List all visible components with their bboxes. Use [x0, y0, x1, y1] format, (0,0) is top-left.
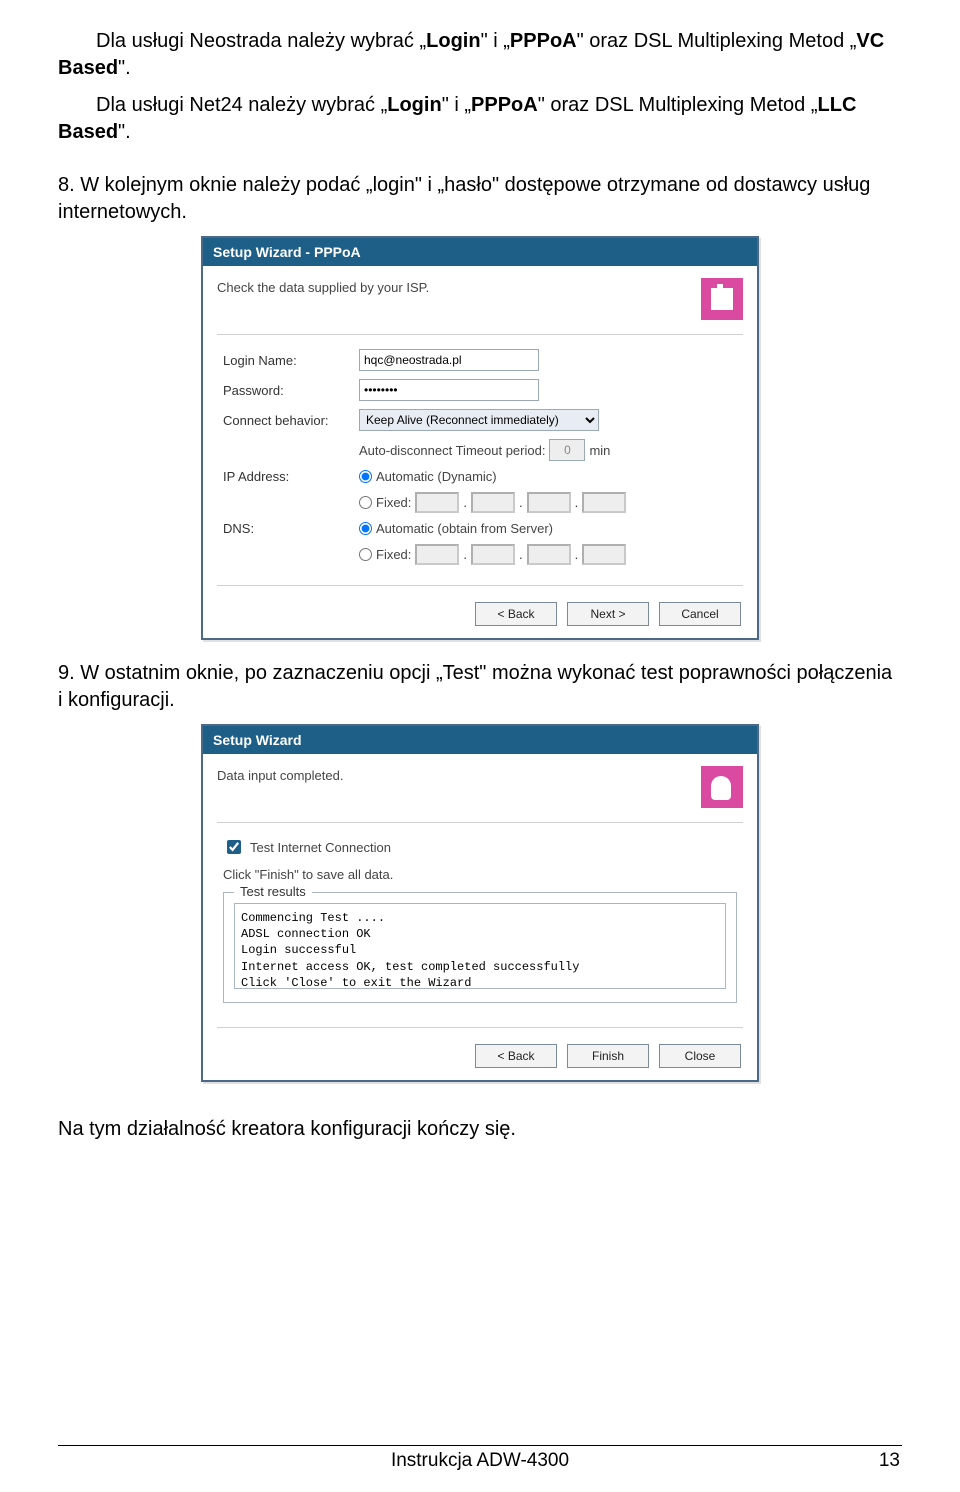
wizard-final: Setup Wizard Data input completed. Test … [201, 724, 759, 1082]
legend-test-results: Test results [234, 884, 312, 899]
label-password: Password: [223, 383, 359, 398]
ip-oct-1 [415, 492, 459, 513]
label-connect-behavior: Connect behavior: [223, 413, 359, 428]
dns-oct-4 [582, 544, 626, 565]
step-8-text: 8. W kolejnym oknie należy podać „login"… [58, 172, 902, 226]
footer-title: Instrukcja ADW-4300 [100, 1450, 860, 1472]
dns-oct-1 [415, 544, 459, 565]
dns-oct-3 [527, 544, 571, 565]
label-timeout: Auto-disconnect Timeout period: [359, 443, 545, 458]
save-hint: Click "Finish" to save all data. [223, 867, 737, 882]
ip-fixed-radio[interactable] [359, 496, 372, 509]
test-connection-checkbox[interactable] [227, 840, 241, 854]
wizard-pppoa: Setup Wizard - PPPoA Check the data supp… [201, 236, 759, 640]
label-dns: DNS: [223, 521, 359, 536]
back-button[interactable]: < Back [475, 602, 557, 626]
timeout-input [549, 439, 585, 461]
wizard-intro: Check the data supplied by your ISP. [217, 278, 691, 295]
page-number: 13 [860, 1450, 900, 1472]
label-ip-address: IP Address: [223, 469, 359, 484]
password-input[interactable] [359, 379, 539, 401]
back-button[interactable]: < Back [475, 1044, 557, 1068]
wizard-intro: Data input completed. [217, 766, 691, 783]
label-dns-fixed: Fixed: [376, 547, 411, 562]
close-button[interactable]: Close [659, 1044, 741, 1068]
label-timeout-unit: min [589, 443, 610, 458]
wizard-title: Setup Wizard [203, 726, 757, 754]
dns-oct-2 [471, 544, 515, 565]
ip-oct-2 [471, 492, 515, 513]
plug-icon [701, 278, 743, 320]
label-ip-fixed: Fixed: [376, 495, 411, 510]
label-test-connection: Test Internet Connection [250, 840, 391, 855]
label-dns-auto: Automatic (obtain from Server) [376, 521, 553, 536]
wizard-title: Setup Wizard - PPPoA [203, 238, 757, 266]
closing-text: Na tym działalność kreatora konfiguracji… [58, 1116, 902, 1143]
cancel-button[interactable]: Cancel [659, 602, 741, 626]
footer-divider [58, 1445, 902, 1446]
test-results-textarea[interactable] [234, 903, 726, 989]
paragraph-neostrada: Dla usługi Neostrada należy wybrać „Logi… [58, 28, 902, 82]
ip-oct-3 [527, 492, 571, 513]
paragraph-net24: Dla usługi Net24 należy wybrać „Login" i… [58, 92, 902, 146]
dns-auto-radio[interactable] [359, 522, 372, 535]
finish-button[interactable]: Finish [567, 1044, 649, 1068]
connect-behavior-select[interactable]: Keep Alive (Reconnect immediately) [359, 409, 599, 431]
step-9-text: 9. W ostatnim oknie, po zaznaczeniu opcj… [58, 660, 902, 714]
ip-oct-4 [582, 492, 626, 513]
next-button[interactable]: Next > [567, 602, 649, 626]
login-input[interactable] [359, 349, 539, 371]
dns-fixed-radio[interactable] [359, 548, 372, 561]
label-login: Login Name: [223, 353, 359, 368]
hand-icon [701, 766, 743, 808]
ip-auto-radio[interactable] [359, 470, 372, 483]
label-ip-auto: Automatic (Dynamic) [376, 469, 497, 484]
